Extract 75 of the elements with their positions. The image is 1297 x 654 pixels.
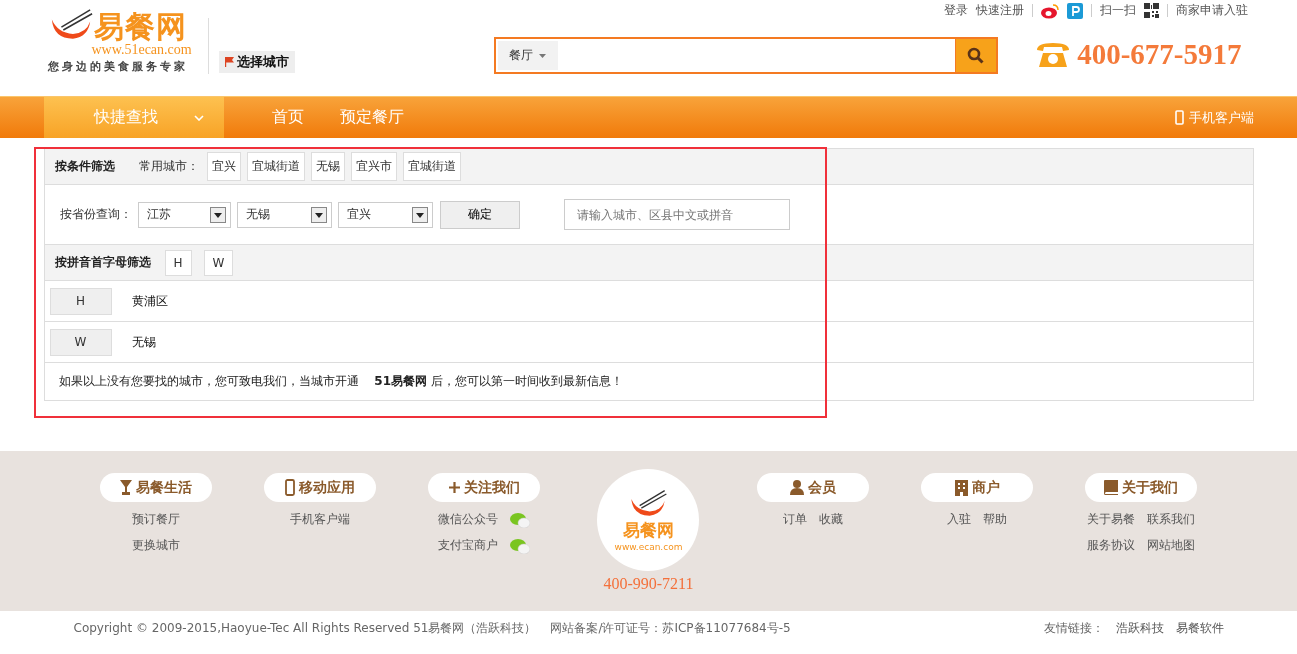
weibo-eye-icon[interactable] bbox=[1040, 2, 1059, 19]
hotline-number: 400-677-5917 bbox=[1077, 38, 1242, 71]
license-text: 网站备案/许可证号：苏ICP备11077684号-5 bbox=[550, 620, 791, 637]
logo-url: www.51ecan.com bbox=[91, 42, 192, 57]
letter-label: W bbox=[49, 328, 112, 356]
p-logo-icon[interactable] bbox=[1066, 2, 1083, 19]
city-chip[interactable]: 宜兴市 bbox=[350, 152, 397, 181]
footer-link[interactable]: 网站地图 bbox=[1147, 537, 1196, 554]
footer-link[interactable]: 订单 bbox=[782, 511, 807, 528]
common-cities-label: 常用城市： bbox=[138, 158, 199, 175]
qr-code-icon[interactable] bbox=[1143, 3, 1159, 18]
search-button[interactable] bbox=[954, 39, 996, 72]
logo-text: 易餐网 bbox=[623, 518, 674, 542]
footer-section-label: 易餐生活 bbox=[135, 478, 192, 497]
footer-link[interactable]: 帮助 bbox=[983, 511, 1008, 528]
logo-text: 易餐网 bbox=[93, 10, 187, 43]
mobile-phone-icon bbox=[284, 479, 295, 496]
footer-section-label: 关注我们 bbox=[463, 478, 520, 497]
plus-icon bbox=[448, 482, 460, 493]
copyright-text: Copyright © 2009-2015,Haoyue-Tec All Rights Reserved 51易餐网（浩跃科技） bbox=[73, 620, 537, 637]
section-title: 按条件筛选 bbox=[54, 158, 115, 175]
province-label: 按省份查询： bbox=[59, 206, 132, 223]
city-search-field[interactable]: 请输入城市、区县中文或拼音 bbox=[563, 199, 790, 230]
footer-link[interactable]: 手机客户端 bbox=[289, 511, 350, 528]
mobile-phone-icon bbox=[1174, 110, 1184, 125]
select-city-button[interactable]: 选择城市 bbox=[218, 51, 295, 73]
user-icon bbox=[789, 480, 804, 495]
book-icon bbox=[1104, 480, 1119, 495]
telephone-icon bbox=[1035, 40, 1072, 69]
footer-link[interactable]: 更换城市 bbox=[131, 537, 180, 554]
footer-link[interactable]: 支付宝商户 bbox=[438, 537, 499, 554]
region-select[interactable]: 江苏 bbox=[137, 201, 231, 228]
top-link[interactable]: 登录 bbox=[943, 2, 968, 19]
city-chip[interactable]: 无锡 bbox=[310, 152, 345, 181]
merchant-apply-link[interactable]: 商家申请入驻 bbox=[1175, 2, 1248, 19]
footer-section-label: 移动应用 bbox=[298, 478, 355, 497]
footer-link[interactable]: 入驻 bbox=[947, 511, 972, 528]
footer-link[interactable]: 微信公众号 bbox=[438, 511, 499, 528]
footer-section-label: 商户 bbox=[971, 478, 1000, 497]
letter-chip[interactable]: W bbox=[203, 249, 234, 276]
footer-link[interactable]: 收藏 bbox=[818, 511, 843, 528]
footer-section-label: 关于我们 bbox=[1122, 478, 1179, 497]
footer-link[interactable]: 联系我们 bbox=[1147, 511, 1196, 528]
city-link[interactable]: 黄浦区 bbox=[131, 292, 168, 310]
friend-link[interactable]: 易餐软件 bbox=[1175, 620, 1224, 637]
bowl-logo-icon bbox=[628, 488, 669, 519]
confirm-button[interactable]: 确定 bbox=[439, 200, 520, 229]
top-link[interactable]: 快速注册 bbox=[975, 2, 1024, 19]
letter-chip[interactable]: H bbox=[164, 249, 192, 276]
section-title: 按拼音首字母筛选 bbox=[54, 254, 151, 271]
search-category-dropdown[interactable]: 餐厅 bbox=[497, 41, 558, 70]
logo-url: www.ecan.com bbox=[614, 541, 683, 552]
city-chip[interactable]: 宜城街道 bbox=[402, 152, 461, 181]
city-link[interactable]: 无锡 bbox=[131, 333, 156, 351]
city-chip[interactable]: 宜兴 bbox=[206, 152, 241, 181]
scan-link[interactable]: 扫一扫 bbox=[1099, 2, 1136, 19]
friends-label: 友情链接： bbox=[1043, 620, 1104, 637]
notice-text: 如果以上没有您要找的城市，您可致电我们，当城市开通 51易餐网 后，您可以第一时间收到最新信息！ bbox=[58, 373, 623, 390]
region-select[interactable]: 无锡 bbox=[236, 201, 332, 228]
footer-link[interactable]: 关于易餐 bbox=[1087, 511, 1136, 528]
region-select[interactable]: 宜兴 bbox=[337, 201, 433, 228]
flag-icon bbox=[224, 57, 234, 67]
building-icon bbox=[954, 479, 968, 496]
logo-slogan: 您身边的美食服务专家 bbox=[47, 58, 189, 74]
footer-link[interactable]: 预订餐厅 bbox=[131, 511, 180, 528]
caret-icon bbox=[539, 53, 546, 58]
hotline-number: 400-990-7211 bbox=[603, 575, 694, 593]
footer-section-label: 会员 bbox=[807, 478, 836, 497]
search-icon bbox=[967, 47, 984, 64]
letter-label: H bbox=[49, 287, 112, 315]
city-chip[interactable]: 宜城街道 bbox=[246, 152, 305, 181]
friend-link[interactable]: 浩跃科技 bbox=[1115, 620, 1164, 637]
goblet-icon bbox=[119, 480, 132, 495]
search-field[interactable]: 餐厅 bbox=[493, 37, 998, 74]
footer-link[interactable]: 服务协议 bbox=[1087, 537, 1136, 554]
